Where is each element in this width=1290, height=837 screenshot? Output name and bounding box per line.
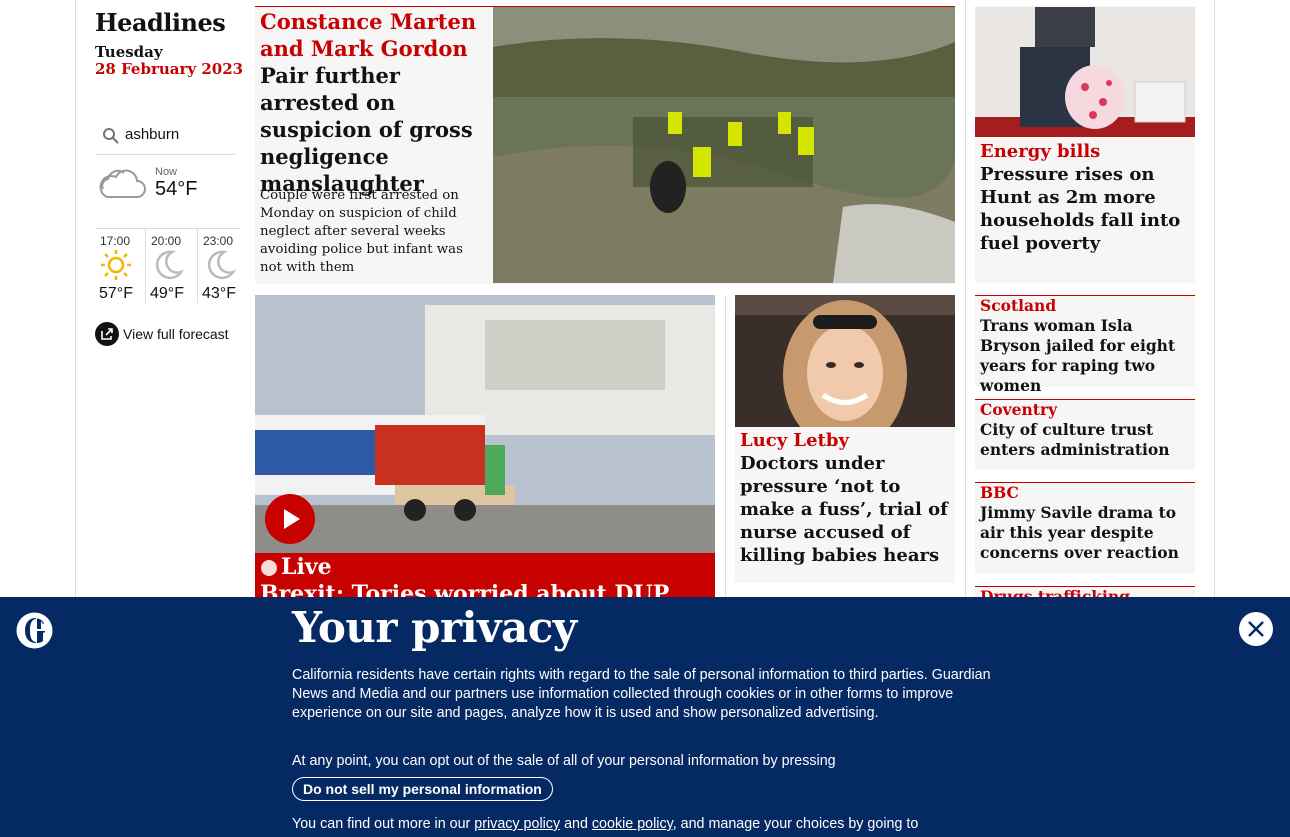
sun-icon [99, 248, 133, 287]
now-label: Now [155, 166, 178, 178]
forecast-hour: 17:00 57°F [95, 229, 143, 303]
energy-headline[interactable]: Pressure rises on Hunt as 2m more househ… [980, 163, 1190, 255]
guardian-logo-icon [16, 612, 53, 653]
letby-photo[interactable] [735, 295, 955, 427]
weather-location-search[interactable] [95, 122, 235, 155]
do-not-sell-button[interactable]: Do not sell my personal information [292, 777, 553, 801]
column-divider [725, 295, 726, 600]
story-kicker: BBC [980, 483, 1019, 502]
column-divider [965, 0, 966, 600]
privacy-text: and [560, 816, 592, 832]
story-kicker: Coventry [980, 400, 1058, 419]
lead-headline[interactable]: Pair further arrested on suspicion of gr… [260, 62, 488, 197]
view-forecast-label: View full forecast [123, 326, 229, 342]
letby-headline[interactable]: Doctors under pressure ‘not to make a fu… [740, 452, 952, 567]
current-temperature: 54°F [155, 178, 198, 200]
privacy-paragraph: You can find out more in our privacy pol… [292, 815, 1012, 834]
forecast-time: 17:00 [100, 234, 131, 248]
forecast-temp: 49°F [150, 285, 184, 302]
forecast-hour: 20:00 49°F [145, 229, 194, 303]
story-kicker: Scotland [980, 296, 1057, 315]
lead-photo[interactable] [493, 7, 955, 283]
hourly-forecast: 17:00 57°F 20:00 49°F 23:00 43°F [95, 228, 240, 303]
privacy-text: , and manage your choices by going to [672, 816, 919, 832]
privacy-text: You can find out more in our [292, 816, 475, 832]
location-input[interactable] [125, 126, 233, 143]
date-label: 28 February 2023 [95, 60, 244, 78]
external-link-icon [95, 322, 119, 350]
search-icon [102, 127, 120, 149]
forecast-time: 20:00 [151, 234, 182, 248]
forecast-temp: 57°F [99, 285, 133, 302]
privacy-banner: Your privacy California residents have c… [0, 597, 1290, 837]
lead-standfirst: Couple were first arrested on Monday on … [260, 188, 463, 275]
privacy-policy-link[interactable]: privacy policy [474, 816, 560, 832]
moon-icon [150, 248, 185, 287]
privacy-paragraph: At any point, you can opt out of the sal… [292, 753, 836, 769]
live-dot-icon [260, 559, 278, 581]
forecast-hour: 23:00 43°F [197, 229, 246, 303]
forecast-time: 23:00 [203, 234, 234, 248]
close-icon[interactable] [1238, 611, 1274, 651]
cookie-policy-link[interactable]: cookie policy [592, 816, 673, 832]
play-video-icon[interactable] [265, 494, 315, 548]
day-label: Tuesday [95, 43, 163, 61]
story-headline[interactable]: Trans woman Isla Bryson jailed for eight… [980, 316, 1192, 396]
story-headline[interactable]: City of culture trust enters administrat… [980, 420, 1192, 460]
story-headline[interactable]: Jimmy Savile drama to air this year desp… [980, 503, 1192, 563]
forecast-temp: 43°F [202, 285, 236, 302]
moon-icon [202, 248, 237, 287]
energy-kicker: Energy bills [980, 141, 1101, 162]
live-label: Live [281, 554, 332, 580]
energy-photo[interactable] [975, 7, 1195, 137]
privacy-paragraph: California residents have certain rights… [292, 667, 991, 721]
headlines-title: Headlines [95, 8, 226, 37]
lead-kicker: Constance Marten and Mark Gordon [260, 9, 477, 61]
privacy-title: Your privacy [292, 603, 577, 652]
letby-kicker: Lucy Letby [740, 430, 849, 451]
cloud-icon [95, 164, 147, 204]
brexit-photo[interactable] [255, 295, 715, 553]
